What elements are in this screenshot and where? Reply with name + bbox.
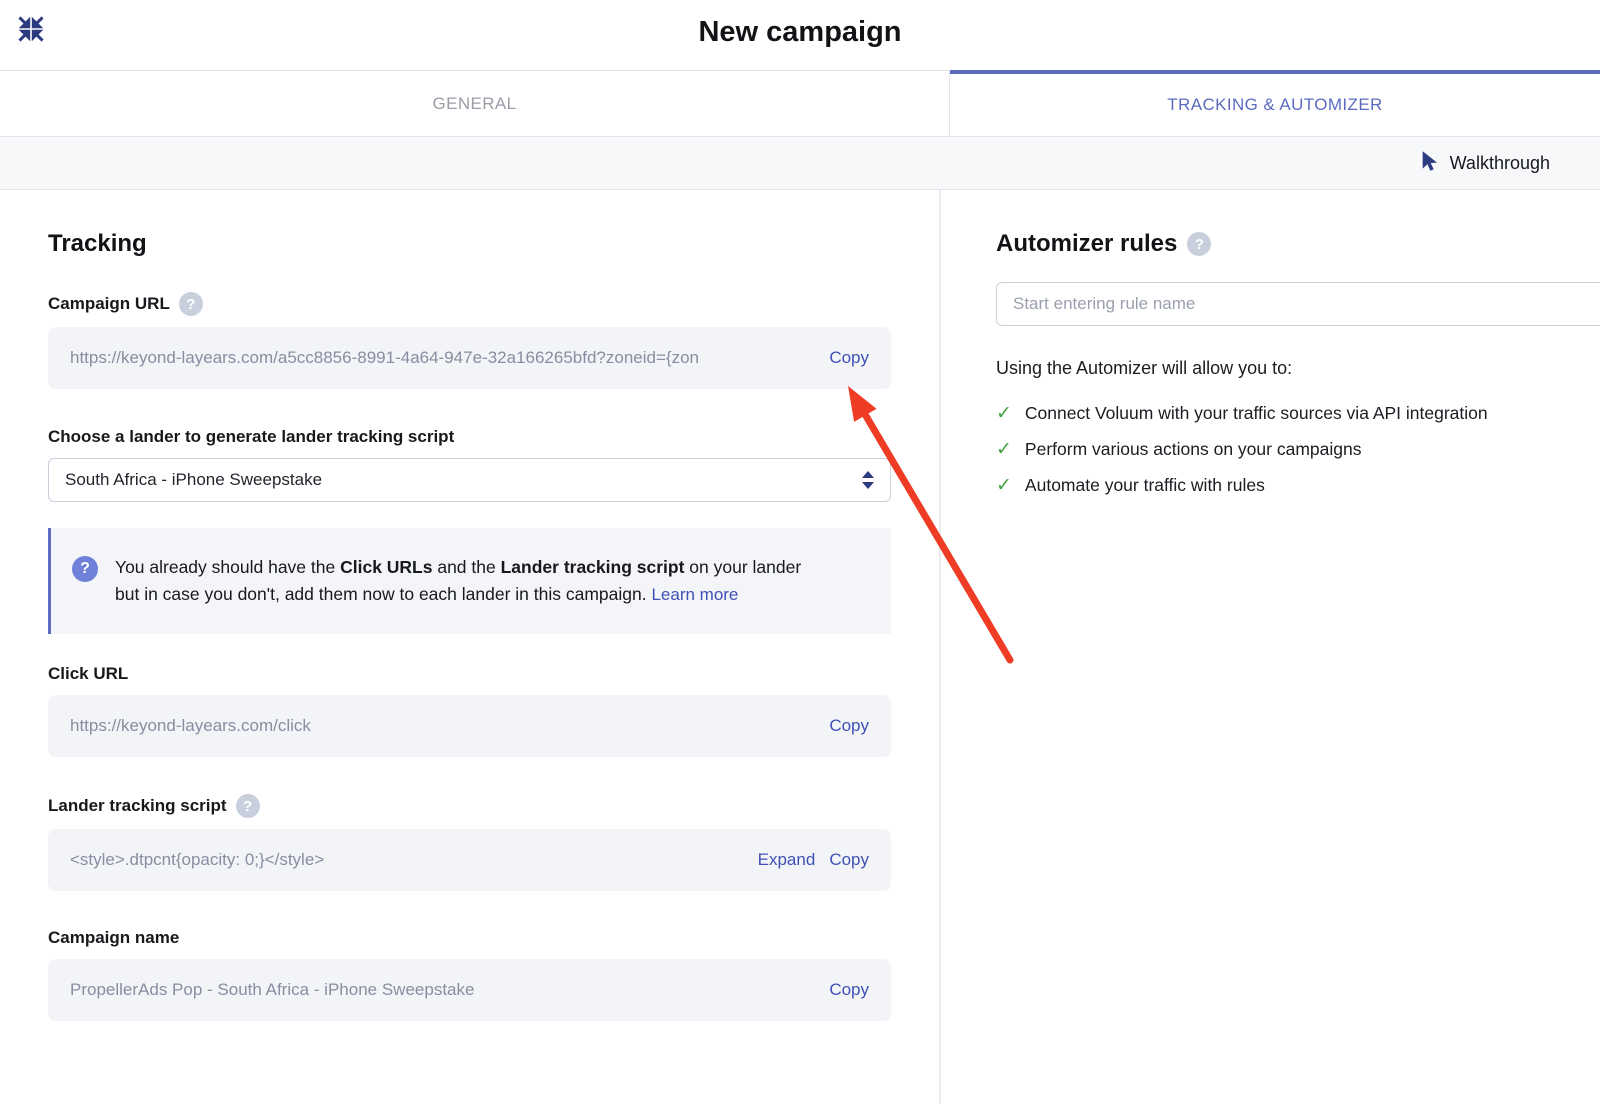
click-url-label-text: Click URL [48,664,128,684]
campaign-url-field[interactable]: https://keyond-layears.com/a5cc8856-8991… [48,327,891,389]
tab-general[interactable]: GENERAL [0,70,950,136]
learn-more-link[interactable]: Learn more [651,585,738,604]
tracking-panel: Tracking Campaign URL ? https://keyond-l… [0,190,941,1104]
info-bold-2: Lander tracking script [501,557,685,577]
header: New campaign [0,0,1600,70]
lander-select-value: South Africa - iPhone Sweepstake [65,470,322,490]
lander-script-expand-button[interactable]: Expand [758,850,816,870]
campaign-url-value: https://keyond-layears.com/a5cc8856-8991… [70,348,815,368]
click-url-label: Click URL [48,664,891,684]
walkthrough-bar: Walkthrough [0,137,1600,190]
lander-script-label: Lander tracking script ? [48,794,891,818]
info-bold-1: Click URLs [340,557,432,577]
check-icon: ✓ [996,439,1012,461]
benefit-item: ✓ Connect Voluum with your traffic sourc… [996,403,1600,425]
info-question-icon: ? [72,556,98,582]
check-icon: ✓ [996,475,1012,497]
automizer-intro: Using the Automizer will allow you to: [996,358,1600,379]
lander-script-field[interactable]: <style>.dtpcnt{opacity: 0;}</style> Expa… [48,829,891,891]
lander-select[interactable]: South Africa - iPhone Sweepstake [48,458,891,502]
benefit-text: Connect Voluum with your traffic sources… [1025,403,1488,424]
lander-script-label-text: Lander tracking script [48,796,227,816]
campaign-name-label: Campaign name [48,928,891,948]
help-icon[interactable]: ? [1187,232,1211,256]
benefit-item: ✓ Perform various actions on your campai… [996,439,1600,461]
page-title: New campaign [0,0,1600,49]
benefits-list: ✓ Connect Voluum with your traffic sourc… [996,403,1600,497]
walkthrough-label: Walkthrough [1450,153,1550,174]
lander-script-value: <style>.dtpcnt{opacity: 0;}</style> [70,850,744,870]
campaign-url-label: Campaign URL ? [48,292,891,316]
check-icon: ✓ [996,403,1012,425]
info-box: ? You already should have the Click URLs… [48,528,891,634]
info-text: You already should have the Click URLs a… [115,554,815,608]
main-content: Tracking Campaign URL ? https://keyond-l… [0,190,1600,1104]
campaign-name-field[interactable]: PropellerAds Pop - South Africa - iPhone… [48,959,891,1021]
cursor-icon [1420,150,1440,177]
walkthrough-button[interactable]: Walkthrough [1420,150,1550,177]
tab-tracking-automizer[interactable]: TRACKING & AUTOMIZER [950,70,1600,136]
lander-select-label: Choose a lander to generate lander track… [48,427,891,447]
click-url-copy-button[interactable]: Copy [829,716,869,736]
click-url-value: https://keyond-layears.com/click [70,716,815,736]
info-text-2: and the [432,557,500,577]
click-url-field[interactable]: https://keyond-layears.com/click Copy [48,695,891,757]
tracking-heading: Tracking [48,230,891,258]
collapse-icon [16,32,46,47]
lander-script-copy-button[interactable]: Copy [829,850,869,870]
campaign-name-copy-button[interactable]: Copy [829,980,869,1000]
select-spinner-icon [862,471,874,489]
campaign-url-label-text: Campaign URL [48,294,170,314]
info-text-1: You already should have the [115,557,340,577]
collapse-button[interactable] [14,13,48,47]
campaign-name-label-text: Campaign name [48,928,179,948]
automizer-heading-text: Automizer rules [996,230,1177,258]
benefit-text: Perform various actions on your campaign… [1025,439,1362,460]
automizer-panel: Automizer rules ? Using the Automizer wi… [941,190,1600,1104]
lander-select-label-text: Choose a lander to generate lander track… [48,427,454,447]
help-icon[interactable]: ? [179,292,203,316]
campaign-name-value: PropellerAds Pop - South Africa - iPhone… [70,980,815,1000]
tab-bar: GENERAL TRACKING & AUTOMIZER [0,70,1600,137]
campaign-url-copy-button[interactable]: Copy [829,348,869,368]
benefit-item: ✓ Automate your traffic with rules [996,475,1600,497]
benefit-text: Automate your traffic with rules [1025,475,1265,496]
help-icon[interactable]: ? [236,794,260,818]
automizer-heading: Automizer rules ? [996,230,1600,258]
rule-name-input[interactable] [996,282,1600,326]
